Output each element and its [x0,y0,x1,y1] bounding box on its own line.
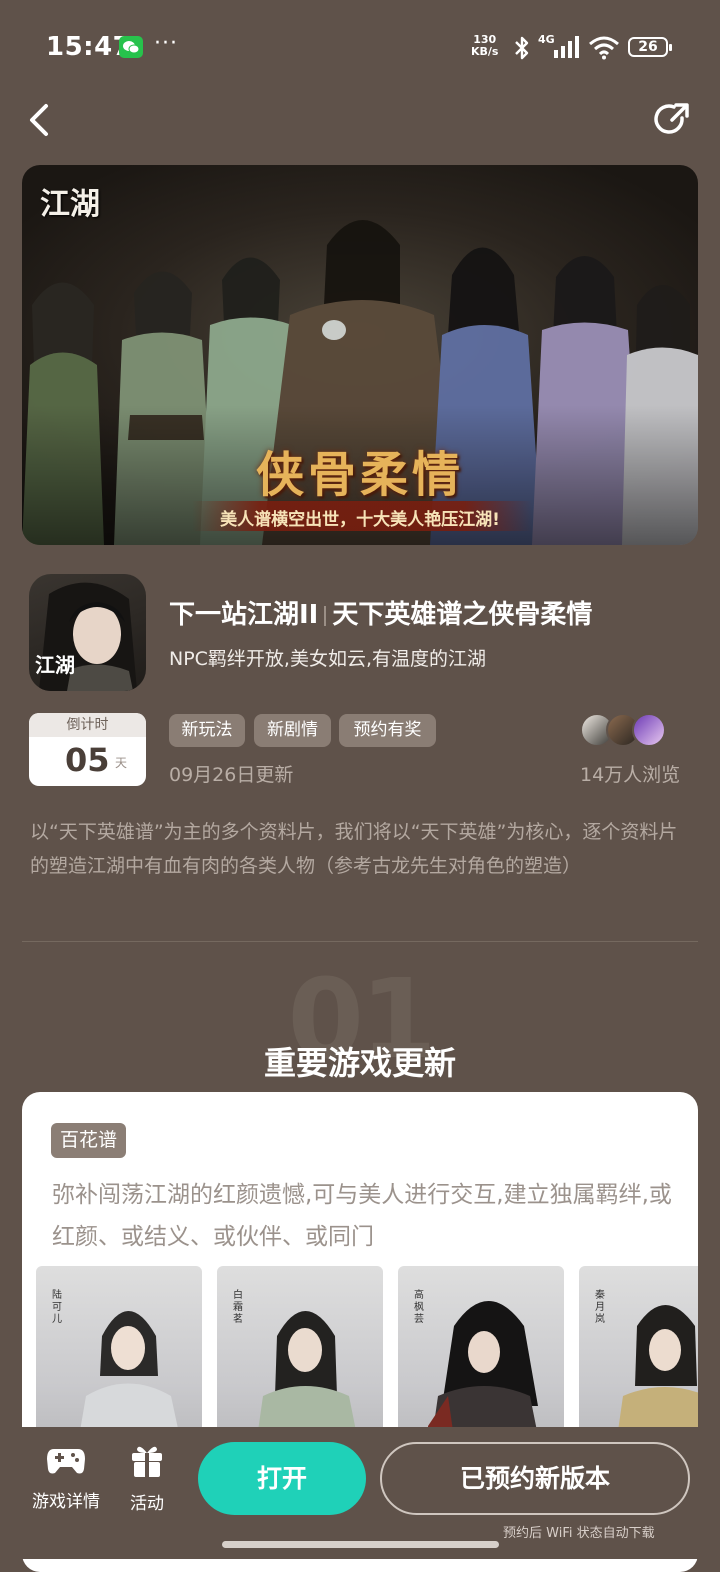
activity-tab[interactable]: 活动 [118,1443,176,1514]
reserve-hint: 预约后 WiFi 状态自动下载 [503,1526,655,1541]
game-description: NPC羁绊开放,美女如云,有温度的江湖 [169,648,487,670]
card-tag: 百花谱 [51,1123,127,1158]
game-title-main: 下一站江湖II [169,600,319,630]
tag-new-story[interactable]: 新剧情 [254,714,331,747]
countdown-box: 倒计时 05 天 [29,713,146,786]
section-divider [22,941,698,942]
wechat-notification-icon [119,36,143,58]
countdown-value: 05 [65,741,110,779]
avatar [632,713,666,747]
tag-reserve-reward[interactable]: 预约有奖 [339,714,436,747]
game-title-sub: 天下英雄谱之侠骨柔情 [332,600,593,630]
game-banner[interactable]: 江湖 侠骨柔情 美人谱横空出世，十大美人艳压江湖! [22,165,698,545]
game-details-label: 游戏详情 [32,1492,100,1512]
status-bar: 15:47 ··· 130 KB/s 4G 26 [0,0,720,95]
card-description: 弥补闯荡江湖的红颜遗憾,可与美人进行交互,建立独属羁绊,或红颜、或结义、或伙伴、… [52,1182,672,1250]
view-count: 14万人浏览 [580,764,681,786]
reserved-new-version-button[interactable]: 已预约新版本 [380,1442,690,1515]
viewer-avatars [580,713,670,747]
banner-title: 侠骨柔情 [255,447,464,503]
game-intro: 以“天下英雄谱”为主的多个资料片，我们将以“天下英雄”为核心，逐个资料片的塑造江… [30,821,678,877]
gift-icon [132,1446,162,1477]
character-name: 秦月岚 [595,1290,605,1325]
open-game-button[interactable]: 打开 [198,1442,366,1515]
net-speed-unit: KB/s [471,45,499,58]
back-icon[interactable] [22,100,58,140]
character-name: 陆可儿 [52,1290,62,1325]
bottom-action-bar: 游戏详情 活动 打开 已预约新版本 预约后 WiFi 状态自动下载 [0,1427,720,1559]
game-details-tab[interactable]: 游戏详情 [28,1443,104,1512]
gamepad-icon [47,1449,85,1474]
section-title: 重要游戏更新 [263,1044,456,1082]
home-indicator[interactable] [222,1541,499,1548]
banner-logo: 江湖 [40,187,100,222]
net-speed: 130 KB/s [471,34,498,58]
activity-label: 活动 [130,1494,164,1514]
signal-icon [554,36,579,58]
character-name: 白霜茗 [233,1290,243,1325]
battery-indicator: 26 [628,37,672,57]
update-date: 09月26日更新 [169,764,294,786]
character-name: 高枫芸 [414,1290,424,1325]
share-icon[interactable] [652,100,692,140]
countdown-unit: 天 [115,756,128,770]
title-separator [324,605,327,626]
game-icon-portrait: 江湖 [35,582,137,691]
bluetooth-icon [515,36,529,60]
banner-subtitle: 美人谱横空出世，十大美人艳压江湖! [220,510,500,530]
game-icon-text: 江湖 [35,653,75,677]
more-notifications-icon: ··· [154,31,178,56]
countdown-label: 倒计时 [29,713,146,737]
wifi-icon [589,36,619,60]
tag-new-gameplay[interactable]: 新玩法 [169,714,245,747]
game-app-icon[interactable]: 江湖 [29,574,146,691]
game-title: 下一站江湖II 天下英雄谱之侠骨柔情 [169,594,592,631]
